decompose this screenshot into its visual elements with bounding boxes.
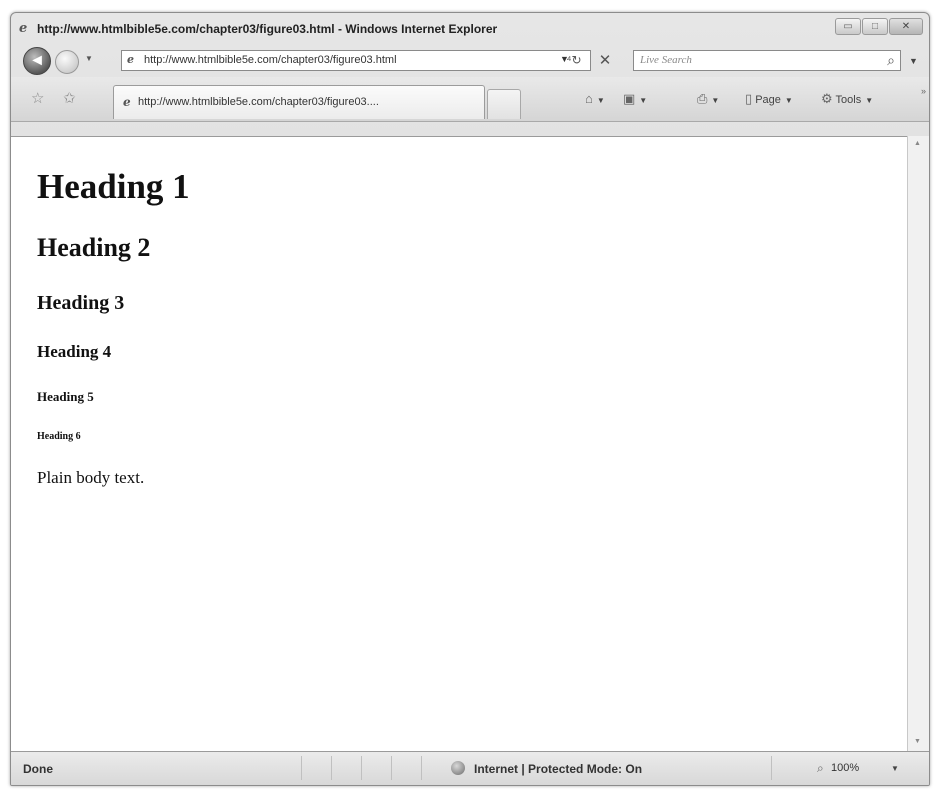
- security-zone-text[interactable]: Internet | Protected Mode: On: [474, 762, 642, 776]
- new-tab-button[interactable]: [487, 89, 521, 119]
- status-text: Done: [23, 762, 53, 776]
- status-divider: [421, 756, 422, 780]
- tab-title: http://www.htmlbible5e.com/chapter03/fig…: [138, 96, 379, 108]
- add-favorite-icon[interactable]: ✩: [63, 89, 76, 107]
- favorites-star-icon[interactable]: ☆: [31, 89, 44, 107]
- print-button[interactable]: ⎙ ▼: [697, 91, 719, 107]
- minimize-button[interactable]: ▭: [835, 18, 861, 35]
- maximize-button[interactable]: □: [862, 18, 888, 35]
- tab-active[interactable]: e http://www.htmlbible5e.com/chapter03/f…: [113, 85, 485, 119]
- status-divider: [361, 756, 362, 780]
- recent-pages-dropdown-icon[interactable]: ▼: [85, 54, 93, 63]
- page-dropdown-icon: ▼: [784, 96, 793, 105]
- page-menu[interactable]: ▯ Page ▼: [745, 91, 793, 107]
- search-options-dropdown-icon[interactable]: ▼: [909, 56, 918, 66]
- home-button[interactable]: ⌂ ▼: [585, 91, 605, 106]
- scroll-down-arrow-icon[interactable]: ▼: [914, 738, 921, 745]
- heading-5: Heading 5: [37, 389, 94, 404]
- page-content: Heading 1 Heading 2 Heading 3 Heading 4 …: [11, 136, 907, 752]
- page-favicon-icon: e: [127, 53, 134, 66]
- feeds-button[interactable]: ▣ ▼: [623, 91, 647, 107]
- status-divider: [331, 756, 332, 780]
- gear-icon: ⚙: [821, 91, 833, 106]
- title-bar: e http://www.htmlbible5e.com/chapter03/f…: [11, 13, 929, 43]
- ie-logo-icon: e: [19, 21, 28, 36]
- refresh-icon: ⁴↻: [566, 53, 582, 67]
- home-dropdown-icon[interactable]: ▼: [597, 96, 605, 105]
- tab-favicon-icon: e: [123, 95, 131, 109]
- tools-menu-label: Tools: [835, 94, 862, 106]
- body-paragraph: Plain body text.: [37, 468, 145, 487]
- search-icon[interactable]: ⌕: [887, 52, 895, 69]
- search-placeholder: Live Search: [640, 54, 692, 66]
- forward-button[interactable]: [55, 50, 79, 74]
- tools-dropdown-icon: ▼: [865, 96, 874, 105]
- address-url: http://www.htmlbible5e.com/chapter03/fig…: [144, 54, 397, 66]
- feeds-dropdown-icon[interactable]: ▼: [639, 96, 647, 105]
- home-icon: ⌂: [585, 91, 593, 106]
- globe-icon: [451, 761, 465, 775]
- back-arrow-icon: ◄: [29, 52, 45, 69]
- heading-2: Heading 2: [37, 233, 151, 262]
- stop-icon: ✕: [598, 52, 612, 69]
- heading-6: Heading 6: [37, 431, 81, 442]
- stop-button[interactable]: ✕: [595, 51, 615, 70]
- status-bar: Done Internet | Protected Mode: On ⌕ 100…: [11, 751, 929, 785]
- status-divider: [301, 756, 302, 780]
- close-button[interactable]: ✕: [889, 18, 923, 35]
- heading-1: Heading 1: [37, 167, 190, 206]
- refresh-button[interactable]: ⁴↻: [563, 51, 585, 70]
- page-menu-label: Page: [755, 94, 781, 106]
- command-bar: ☆ ✩ e http://www.htmlbible5e.com/chapter…: [11, 77, 929, 122]
- scroll-up-arrow-icon[interactable]: ▲: [914, 140, 921, 147]
- print-dropdown-icon[interactable]: ▼: [711, 96, 719, 105]
- print-icon: ⎙: [697, 91, 708, 106]
- status-divider: [771, 756, 772, 780]
- vertical-scrollbar[interactable]: ▲ ▼: [907, 136, 929, 751]
- browser-window: e http://www.htmlbible5e.com/chapter03/f…: [10, 12, 930, 786]
- back-button[interactable]: ◄: [23, 47, 51, 75]
- window-controls: ▭ □ ✕: [835, 18, 923, 35]
- heading-3: Heading 3: [37, 292, 125, 314]
- feeds-icon: ▣: [623, 91, 636, 106]
- address-bar-row: ◄ ▼ e http://www.htmlbible5e.com/chapter…: [11, 44, 929, 76]
- address-field[interactable]: e http://www.htmlbible5e.com/chapter03/f…: [121, 50, 591, 71]
- heading-4: Heading 4: [37, 342, 112, 361]
- status-divider: [391, 756, 392, 780]
- zoom-level[interactable]: 100%: [831, 762, 859, 774]
- magnifier-icon: ⌕: [817, 761, 824, 775]
- search-field[interactable]: Live Search ⌕: [633, 50, 901, 71]
- zoom-dropdown-icon[interactable]: ▼: [891, 764, 899, 773]
- tools-menu[interactable]: ⚙ Tools ▼: [821, 91, 873, 107]
- page-icon: ▯: [745, 91, 753, 106]
- window-title: http://www.htmlbible5e.com/chapter03/fig…: [37, 22, 498, 36]
- more-commands-chevron-icon[interactable]: »: [921, 86, 926, 96]
